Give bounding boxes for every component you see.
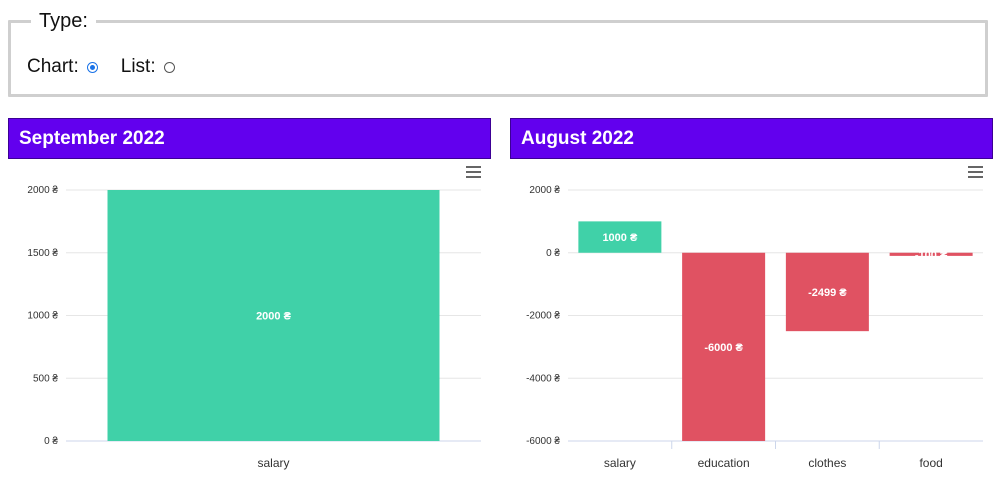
x-category-label: clothes — [808, 456, 846, 470]
y-tick-label: -2000 ₴ — [526, 311, 560, 322]
x-category-label: food — [919, 456, 942, 470]
type-radio-group: Chart: List: — [27, 55, 198, 79]
y-tick-label: 2000 ₴ — [27, 185, 58, 196]
september-panel: September 2022 0 ₴ 500 ₴ 1000 ₴ 1500 ₴ 2000 … — [8, 118, 491, 488]
y-tick-label: -6000 ₴ — [526, 436, 560, 447]
chart-title: August 2022 — [510, 118, 993, 159]
september-chart: 0 ₴ 500 ₴ 1000 ₴ 1500 ₴ 2000 ₴ 2000 ₴ salary — [27, 185, 481, 470]
chart-radio[interactable] — [86, 61, 98, 73]
data-label: -6000 ₴ — [704, 342, 743, 354]
y-tick-label: 0 ₴ — [44, 436, 58, 447]
august-chart: -6000 ₴ -4000 ₴ -2000 ₴ 0 ₴ 2000 ₴ 1000 ₴ sala… — [526, 185, 983, 470]
y-tick-label: 0 ₴ — [546, 248, 560, 259]
x-category-label: salary — [257, 456, 289, 470]
type-legend: Type: — [31, 9, 96, 33]
data-label: -2499 ₴ — [808, 287, 847, 299]
x-category-label: education — [698, 456, 750, 470]
x-category-label: salary — [604, 456, 636, 470]
chart-option-label[interactable]: Chart: — [27, 56, 79, 78]
y-tick-label: 1500 ₴ — [27, 248, 58, 259]
y-tick-label: 500 ₴ — [33, 373, 58, 384]
data-label: -100 ₴ — [915, 249, 948, 261]
y-tick-label: 2000 ₴ — [529, 185, 560, 196]
y-tick-label: 1000 ₴ — [27, 311, 58, 322]
august-panel: August 2022 -6000 ₴ -4000 ₴ -2000 ₴ 0 ₴ 2000… — [510, 118, 993, 488]
list-radio[interactable] — [163, 61, 175, 73]
chart-title: September 2022 — [8, 118, 491, 159]
data-label: 1000 ₴ — [602, 232, 638, 244]
data-label: 2000 ₴ — [256, 311, 292, 323]
list-option-label[interactable]: List: — [121, 56, 156, 78]
type-fieldset: Type: Chart: List: — [8, 9, 988, 97]
y-tick-label: -4000 ₴ — [526, 373, 560, 384]
